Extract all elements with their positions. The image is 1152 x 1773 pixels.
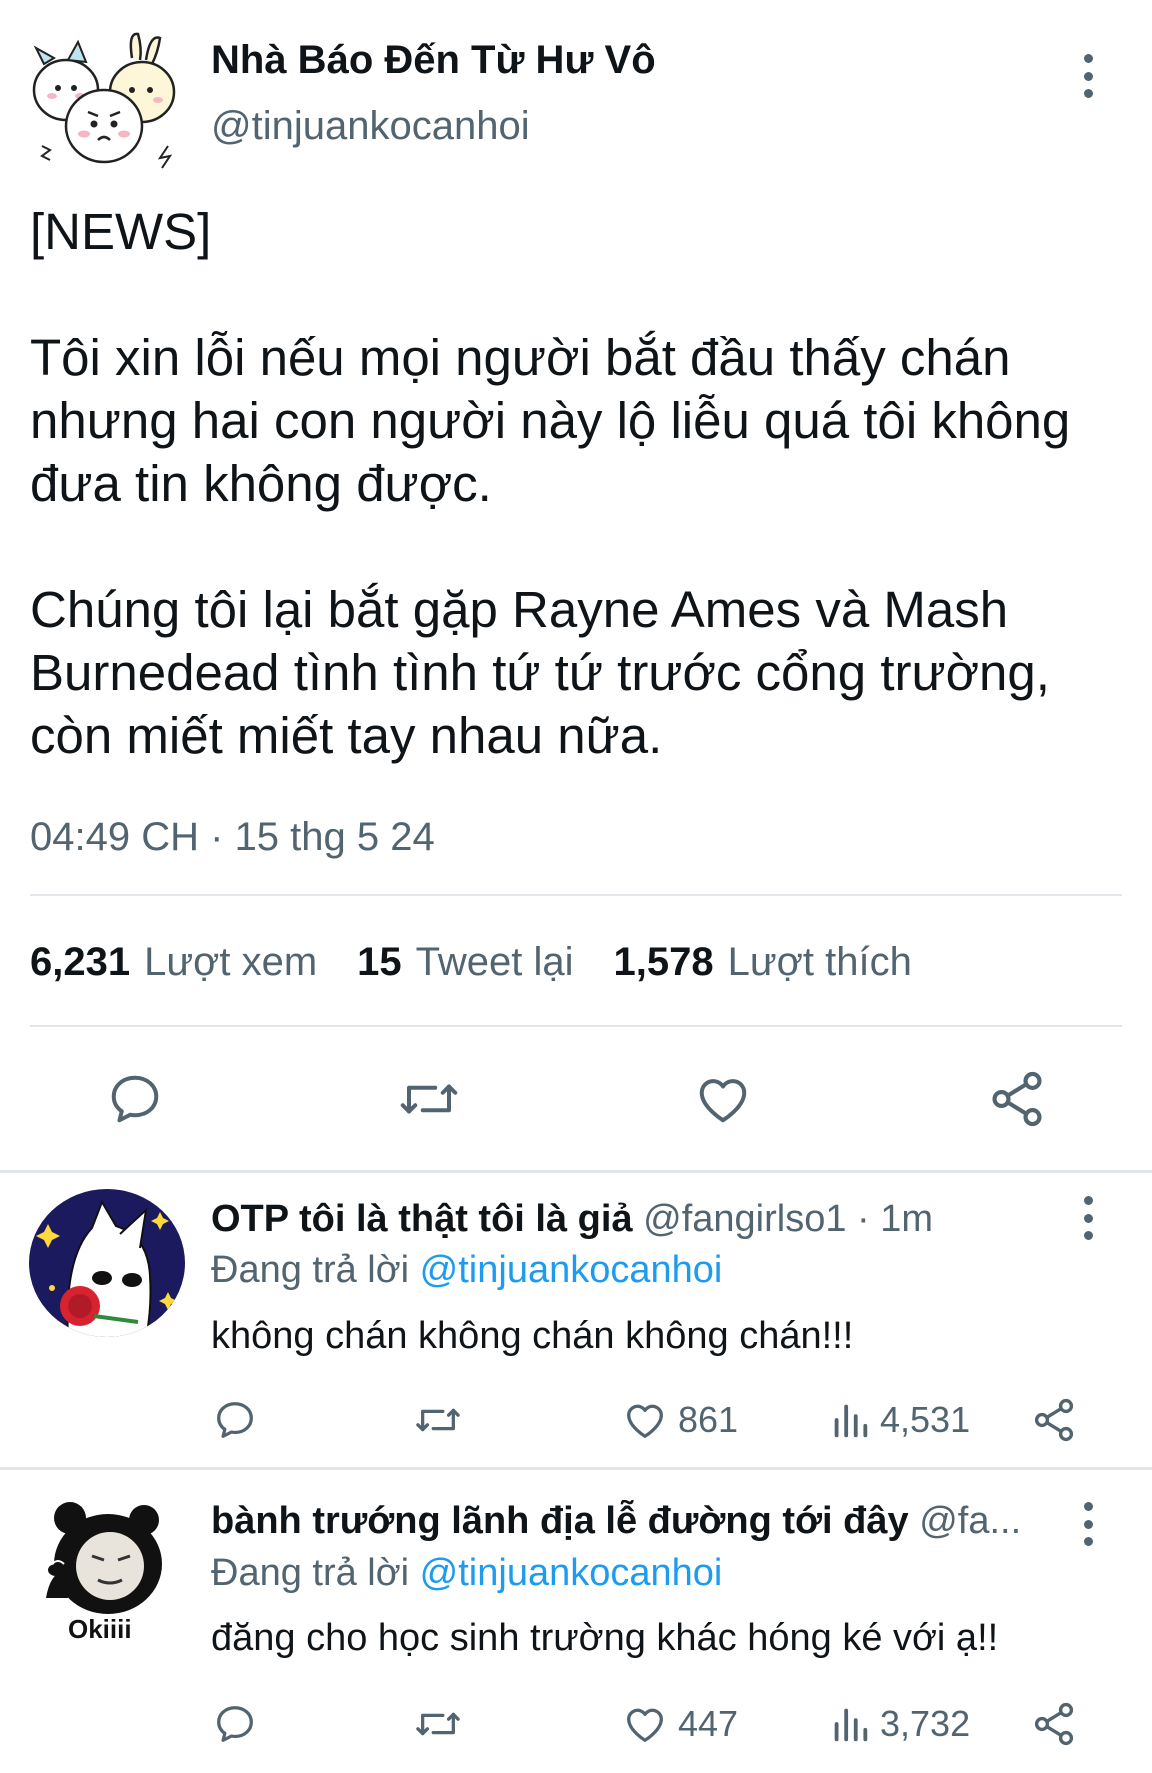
retweet-icon [416,1408,460,1432]
divider [30,1025,1122,1027]
author-handle[interactable]: @tinjuankocanhoi [211,104,530,149]
author-avatar[interactable] [28,28,180,176]
reply-author-meta[interactable]: @fa... [919,1500,1021,1542]
reply-author-meta[interactable]: @fangirlso1 · 1m [643,1198,933,1240]
likes-stat[interactable]: 1,578 Lượt thích [614,940,912,985]
share-icon [1034,1702,1074,1746]
reply-icon [217,1402,253,1438]
reply-button[interactable] [100,1064,170,1134]
views-label: Lượt xem [144,940,318,984]
retweets-stat[interactable]: 15 Tweet lại [357,940,573,985]
retweets-count: 15 [357,940,402,984]
likes-count: 1,578 [613,940,714,984]
reply-text: đăng cho học sinh trường khác hóng ké vớ… [211,1617,999,1659]
heart-icon [627,1404,663,1438]
views-count: 6,231 [30,940,131,984]
share-icon [992,1071,1042,1127]
share-button[interactable] [1030,1696,1078,1752]
heart-icon [627,1708,663,1742]
replying-to-mention[interactable]: @tinjuankocanhoi [420,1552,723,1594]
tweet-time: 04:49 CH [30,815,199,859]
like-button[interactable]: 447 [622,1696,738,1752]
retweet-button[interactable] [412,1392,464,1448]
more-options-icon[interactable] [1078,54,1098,98]
tweet-detail-page: Nhà Báo Đến Từ Hư Vô @tinjuankocanhoi [N… [0,0,1152,1773]
share-icon [1034,1398,1074,1442]
main-tweet-actions [0,1064,1152,1134]
like-button[interactable] [688,1064,758,1134]
like-button[interactable]: 861 [622,1392,738,1448]
tweet-timestamp[interactable]: 04:49 CH · 15 thg 5 24 [30,815,435,860]
replying-to-mention[interactable]: @tinjuankocanhoi [420,1249,723,1291]
views-chart-icon [834,1404,868,1438]
views-button[interactable]: 3,732 [830,1696,970,1752]
replying-to-label: Đang trả lời [211,1552,410,1594]
replying-to: Đang trả lời @tinjuankocanhoi [211,1552,722,1595]
retweet-icon [400,1084,458,1114]
views-count: 3,732 [880,1703,971,1744]
reply-actions: 447 3,732 [0,1696,1152,1752]
reply-actions: 861 4,531 [0,1392,1152,1448]
share-button[interactable] [982,1064,1052,1134]
tweet-text: [NEWS] Tôi xin lỗi nếu mọi người bắt đầu… [30,203,1071,764]
like-count: 447 [678,1703,739,1744]
views-chart-icon [834,1708,868,1742]
starry-cat-avatar-image [29,1189,185,1337]
author-name[interactable]: Nhà Báo Đến Từ Hư Vô [211,38,656,83]
views-count: 4,531 [880,1399,971,1440]
reply-icon [111,1075,159,1123]
divider [0,1170,1152,1173]
divider [0,1467,1152,1470]
reply-avatar[interactable] [28,1188,186,1338]
likes-label: Lượt thích [727,940,912,984]
reply-button[interactable] [212,1696,258,1752]
reply-author-name[interactable]: OTP tôi là thật tôi là giả [211,1198,633,1240]
reply-author-name[interactable]: bành trướng lãnh địa lễ đường tới đây [211,1500,909,1542]
tweet-date: 15 thg 5 24 [234,815,435,859]
timestamp-separator: · [210,815,224,859]
retweets-label: Tweet lại [415,940,574,984]
reply-icon [217,1706,253,1742]
replying-to-label: Đang trả lời [211,1249,410,1291]
reply-text: không chán không chán không chán!!! [211,1315,854,1357]
avatar-caption: Okiiii [68,1614,132,1644]
views-stat[interactable]: 6,231 Lượt xem [30,940,317,985]
retweet-button[interactable] [412,1696,464,1752]
like-count: 861 [678,1399,739,1440]
reply-header: OTP tôi là thật tôi là giả @fangirlso1 ·… [211,1198,1061,1241]
reply-button[interactable] [212,1392,258,1448]
divider [30,894,1122,896]
reply-more-options-icon[interactable] [1078,1196,1098,1240]
chiikawa-avatar-image [32,32,176,169]
replying-to: Đang trả lời @tinjuankocanhoi [211,1249,722,1292]
retweet-icon [416,1712,460,1736]
tweet-stats: 6,231 Lượt xem 15 Tweet lại 1,578 Lượt thíc… [30,940,912,985]
heart-icon [699,1079,747,1123]
reply-avatar[interactable]: Okiiii [34,1498,174,1648]
reply-header: bành trướng lãnh địa lễ đường tới đây @f… [211,1500,1053,1543]
share-button[interactable] [1030,1392,1078,1448]
reply-more-options-icon[interactable] [1078,1502,1098,1546]
retweet-button[interactable] [394,1064,464,1134]
views-button[interactable]: 4,531 [830,1392,970,1448]
